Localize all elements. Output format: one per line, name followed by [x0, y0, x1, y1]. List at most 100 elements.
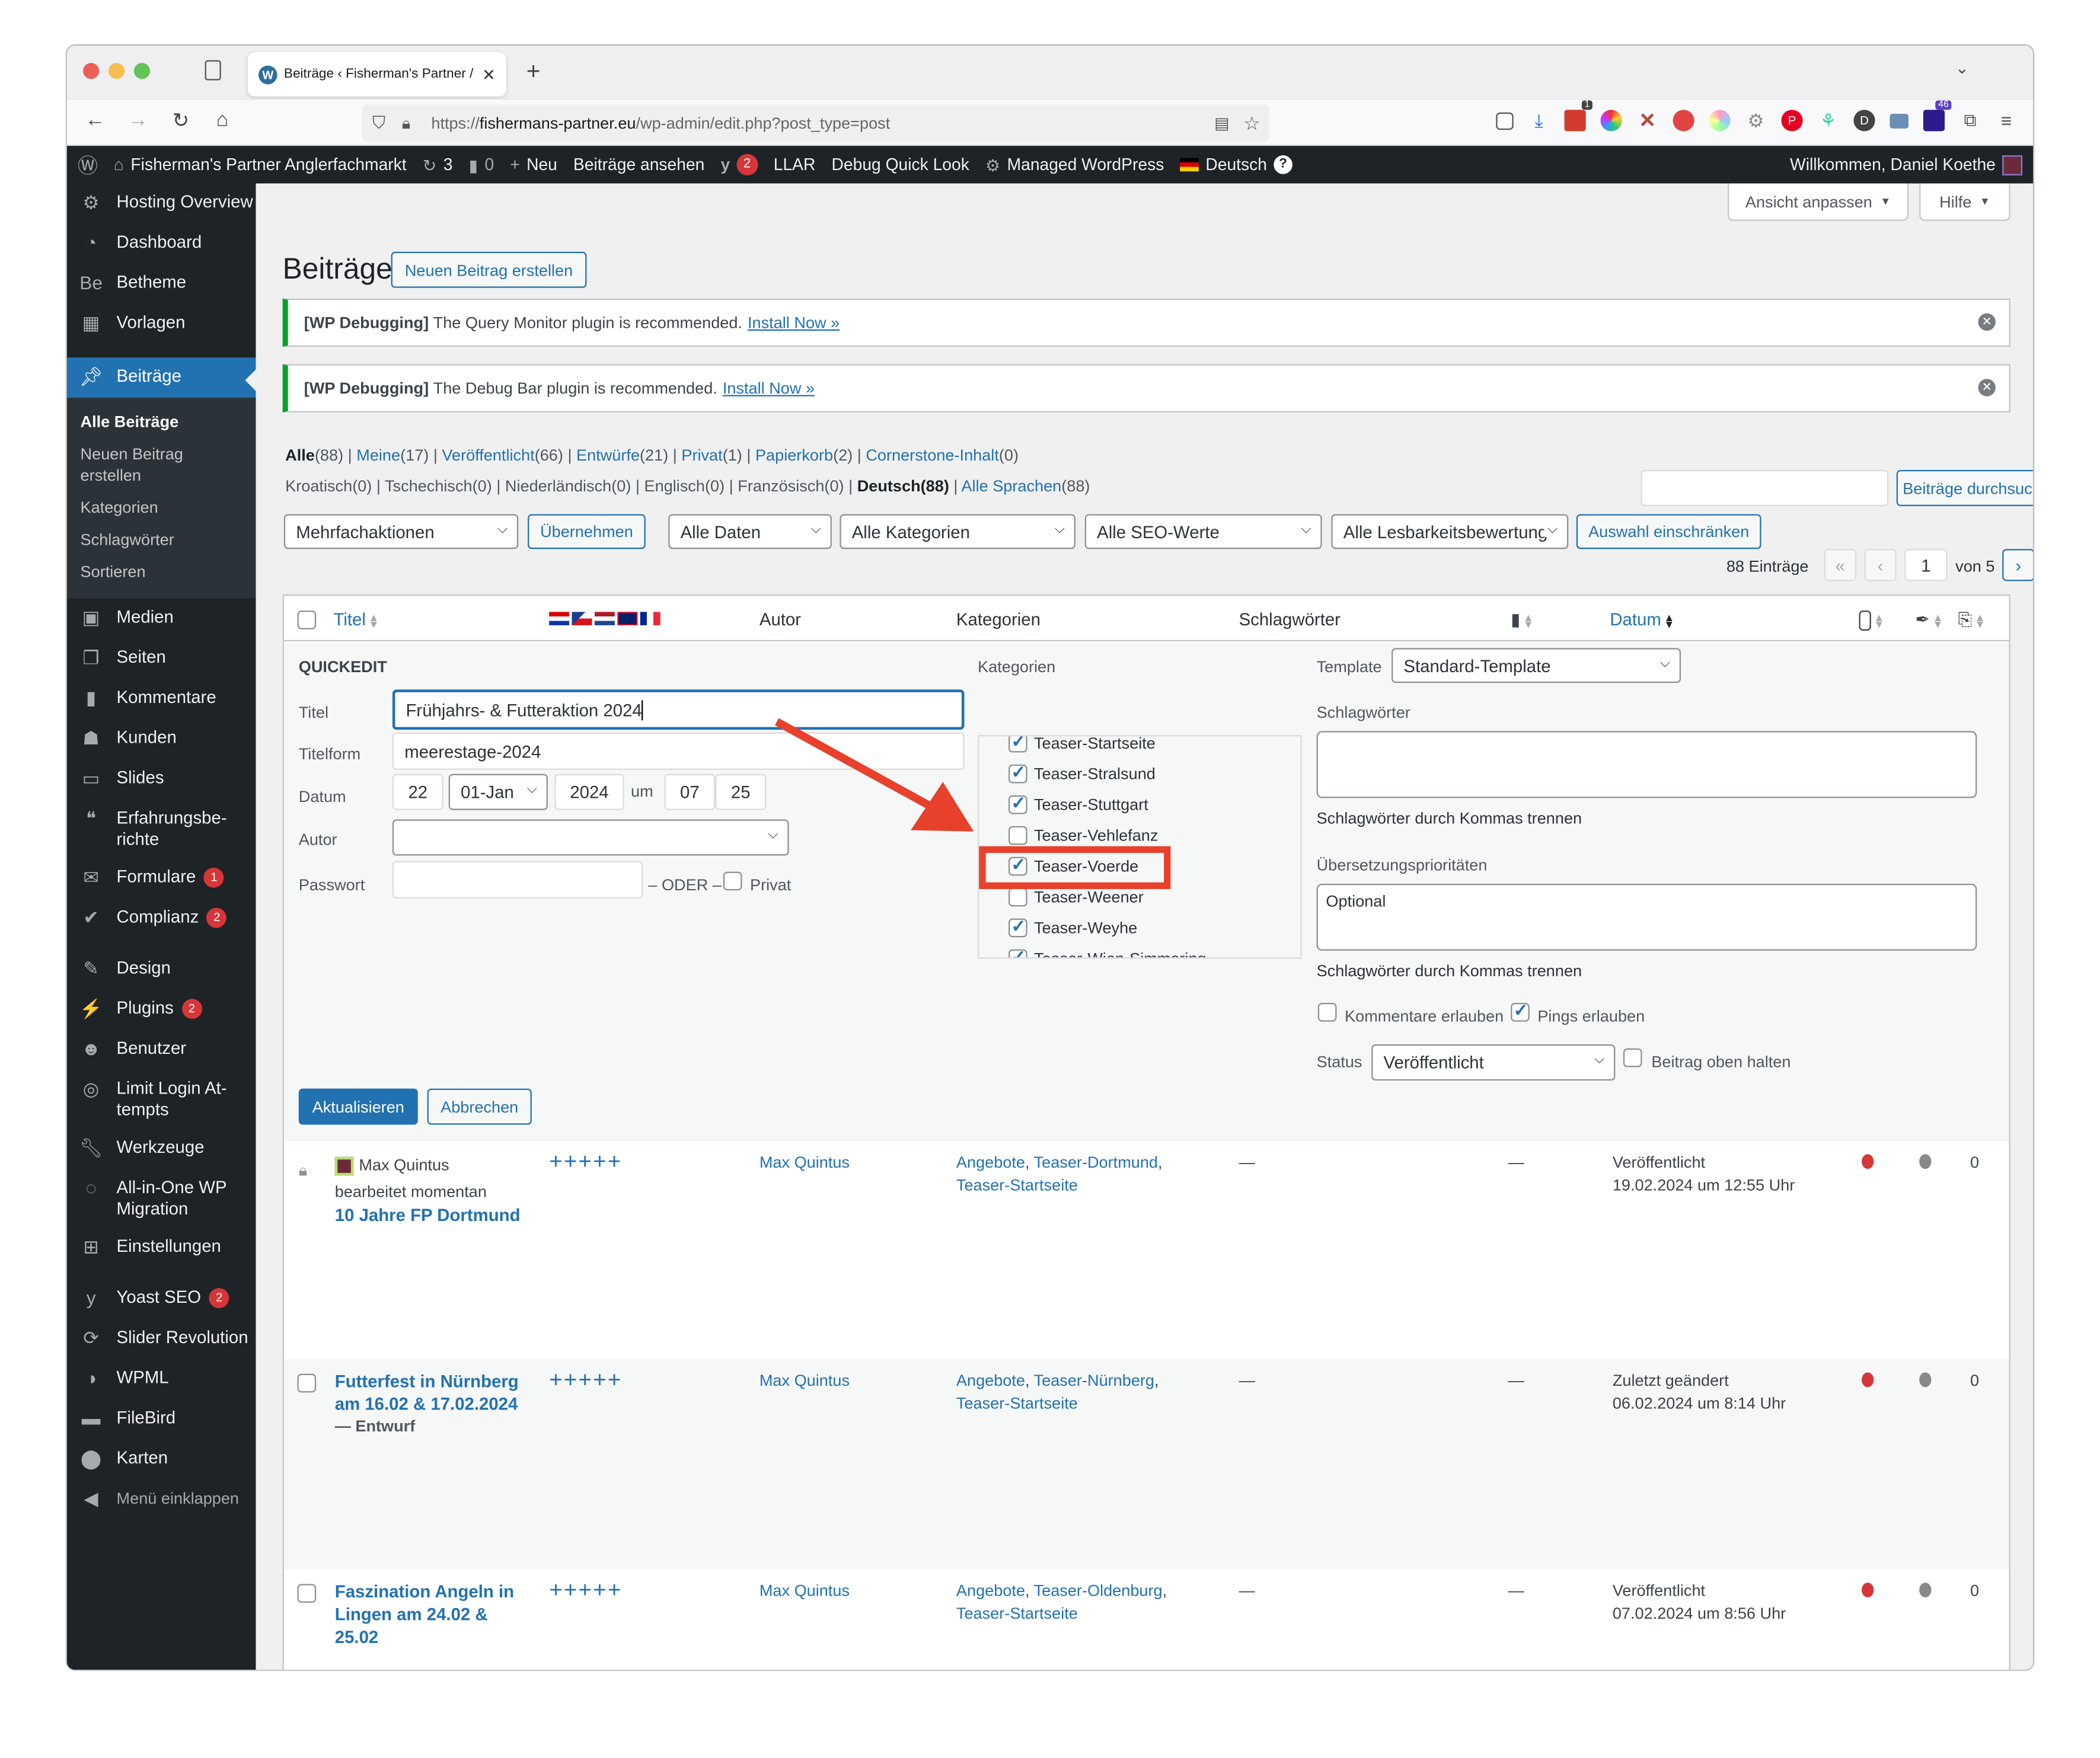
close-window-button[interactable]	[83, 63, 100, 79]
sidebar-item-erfahrungsbe-richte[interactable]: ❝ Erfahrungsbe-richte	[67, 800, 256, 858]
extension-gear-icon[interactable]: ⚙	[1745, 109, 1766, 131]
column-readability-sort[interactable]: ✒ ▲ ▼	[1915, 609, 1943, 631]
submenu-item[interactable]: Neuen Beitrag erstellen	[67, 438, 256, 491]
status-select[interactable]: Veröffentlicht ⌵	[1371, 1044, 1616, 1081]
category-option[interactable]: Teaser-Wien-Simmering	[1008, 947, 1207, 958]
prev-page-button[interactable]: ‹	[1864, 549, 1897, 581]
current-page-input[interactable]: 1	[1904, 549, 1948, 581]
sidebar-item-karten[interactable]: ⬤ Karten	[67, 1439, 256, 1479]
password-input[interactable]	[392, 861, 643, 899]
language-filter-link[interactable]: Alle Sprachen	[961, 477, 1061, 496]
home-icon[interactable]: ⌂	[209, 108, 235, 131]
category-option[interactable]: Teaser-Vehlefanz	[1008, 826, 1158, 846]
language-filter-link[interactable]: Niederländisch	[505, 477, 611, 496]
category-option[interactable]: Teaser-Weyhe	[1008, 916, 1137, 938]
sidebar-item-slides[interactable]: ▭ Slides	[67, 759, 256, 800]
extension-d-icon[interactable]: D	[1853, 110, 1875, 132]
row-checkbox[interactable]	[297, 1373, 317, 1393]
category-link[interactable]: Teaser-Startseite	[956, 1394, 1078, 1413]
help-circle-icon[interactable]: ?	[1274, 155, 1292, 174]
hour-input[interactable]: 07	[664, 773, 716, 810]
site-name-link[interactable]: ⌂ Fisherman's Partner Anglerfachmarkt	[114, 155, 407, 174]
sidebar-item-all-in-one-wp-migration[interactable]: ◌ All-in-One WP Migration	[67, 1169, 256, 1228]
column-links-sort[interactable]: ⎘ ▲ ▼	[1958, 609, 1986, 631]
status-filter-link[interactable]: Papierkorb	[755, 446, 833, 465]
template-select[interactable]: Standard-Template ⌵	[1392, 648, 1681, 683]
column-comments-sort[interactable]: ▮ ▲ ▼	[1511, 609, 1534, 631]
hamburger-menu-icon[interactable]: ≡	[1996, 110, 2017, 131]
status-filter-link[interactable]: Meine	[356, 446, 400, 465]
sticky-checkbox[interactable]	[1623, 1048, 1642, 1067]
translation-add-icons[interactable]: +++++	[549, 1578, 622, 1601]
category-option[interactable]: Teaser-Startseite	[1008, 736, 1156, 753]
install-now-link[interactable]: Install Now »	[723, 379, 815, 398]
extensions-puzzle-icon[interactable]: ⧉	[1959, 110, 1981, 131]
minute-input[interactable]: 25	[715, 773, 767, 810]
search-posts-button[interactable]: Beiträge durchsuchen	[1896, 469, 2034, 506]
category-link[interactable]: Teaser-Nürnberg	[1034, 1371, 1154, 1390]
category-option[interactable]: Teaser-Weener	[1008, 887, 1144, 907]
bulk-actions-select[interactable]: Mehrfachaktionen ⌵	[283, 514, 519, 549]
cancel-button[interactable]: Abbrechen	[427, 1088, 532, 1125]
browser-tab[interactable]: W Beiträge ‹ Fisherman's Partner / ✕	[247, 52, 506, 97]
category-option[interactable]: Teaser-Stralsund	[1008, 762, 1156, 784]
category-link[interactable]: Angebote	[956, 1581, 1025, 1600]
sidebar-item-benutzer[interactable]: ☻ Benutzer	[67, 1030, 256, 1070]
llar-link[interactable]: LLAR	[774, 155, 816, 174]
language-filter-link[interactable]: Deutsch	[857, 477, 921, 496]
search-input[interactable]	[1641, 469, 1889, 506]
back-icon[interactable]: ←	[82, 108, 108, 131]
update-button[interactable]: Aktualisieren	[298, 1088, 418, 1125]
sidebar-item-design[interactable]: ✎ Design	[67, 950, 256, 990]
install-now-link[interactable]: Install Now »	[748, 314, 840, 333]
account-menu[interactable]: Willkommen, Daniel Koethe	[1790, 154, 2023, 175]
year-input[interactable]: 2024	[554, 773, 624, 810]
post-title-link[interactable]: 10 Jahre FP Dortmund	[335, 1204, 521, 1226]
allow-comments-checkbox[interactable]	[1317, 1002, 1337, 1022]
category-checkbox[interactable]	[1008, 887, 1027, 906]
tab-list-chevron-icon[interactable]: ⌄	[1955, 59, 1969, 78]
readability-filter-select[interactable]: Alle Lesbarkeitsbewertung ⌵	[1331, 514, 1569, 549]
sidebar-item-kunden[interactable]: ☗ Kunden	[67, 719, 256, 759]
column-date-sort[interactable]: Datum ▲ ▼	[1610, 609, 1674, 629]
category-link[interactable]: Angebote	[956, 1371, 1025, 1390]
status-filter-link[interactable]: Privat	[681, 446, 722, 465]
day-input[interactable]: 22	[392, 773, 443, 810]
category-checkbox[interactable]	[1008, 736, 1027, 753]
new-content-link[interactable]: + Neu	[510, 155, 557, 174]
month-select[interactable]: 01-Jan ⌵	[448, 773, 548, 810]
author-select[interactable]: ⌵	[392, 819, 789, 856]
language-filter-link[interactable]: Tschechisch	[385, 477, 473, 496]
extension-red-icon[interactable]: 1	[1564, 100, 1592, 132]
category-checkbox[interactable]	[1008, 826, 1027, 845]
category-checkbox[interactable]	[1008, 762, 1027, 784]
extension-screenshot-icon[interactable]	[1890, 113, 1909, 128]
allow-pings-checkbox[interactable]	[1511, 1000, 1530, 1022]
status-filter-link[interactable]: Entwürfe	[576, 446, 640, 465]
category-filter-select[interactable]: Alle Kategorien ⌵	[840, 514, 1075, 549]
post-title-link[interactable]: Futterfest in Nürnberg am 16.02 & 17.02.…	[335, 1370, 522, 1415]
minimize-window-button[interactable]	[108, 63, 125, 79]
status-filter-link[interactable]: Cornerstone-Inhalt	[866, 446, 999, 465]
category-option[interactable]: Teaser-Stuttgart	[1008, 792, 1148, 815]
first-page-button[interactable]: «	[1824, 549, 1856, 581]
seo-filter-select[interactable]: Alle SEO-Werte ⌵	[1084, 514, 1322, 549]
sidebar-item-seiten[interactable]: ❐ Seiten	[67, 639, 256, 679]
sidebar-item-plugins[interactable]: ⚡ Plugins 2	[67, 989, 256, 1030]
lock-icon[interactable]: 🔒︎	[402, 113, 410, 133]
language-filter-link[interactable]: Englisch	[644, 477, 705, 496]
translation-priority-textarea[interactable]: Optional	[1316, 883, 1977, 951]
row-checkbox[interactable]	[297, 1584, 317, 1603]
apply-button[interactable]: Übernehmen	[528, 514, 646, 549]
extension-purple-icon[interactable]: 46	[1923, 100, 1952, 132]
updates-link[interactable]: ↻ 3	[423, 155, 453, 175]
submenu-item[interactable]: Alle Beiträge	[67, 405, 256, 437]
sidebar-item-dashboard[interactable]: ◔ Dashboard	[67, 223, 256, 264]
pinterest-icon[interactable]: P	[1781, 110, 1803, 132]
language-filter-link[interactable]: Französisch	[738, 477, 824, 496]
category-checkbox[interactable]	[1008, 916, 1027, 937]
sidebar-item-vorlagen[interactable]: ▦ Vorlagen	[67, 304, 256, 344]
sidebar-item-slider-revolution[interactable]: ⟳ Slider Revolution	[67, 1319, 256, 1359]
private-checkbox[interactable]	[723, 871, 742, 891]
sidebar-item-wpml[interactable]: ◑ WPML	[67, 1359, 256, 1399]
